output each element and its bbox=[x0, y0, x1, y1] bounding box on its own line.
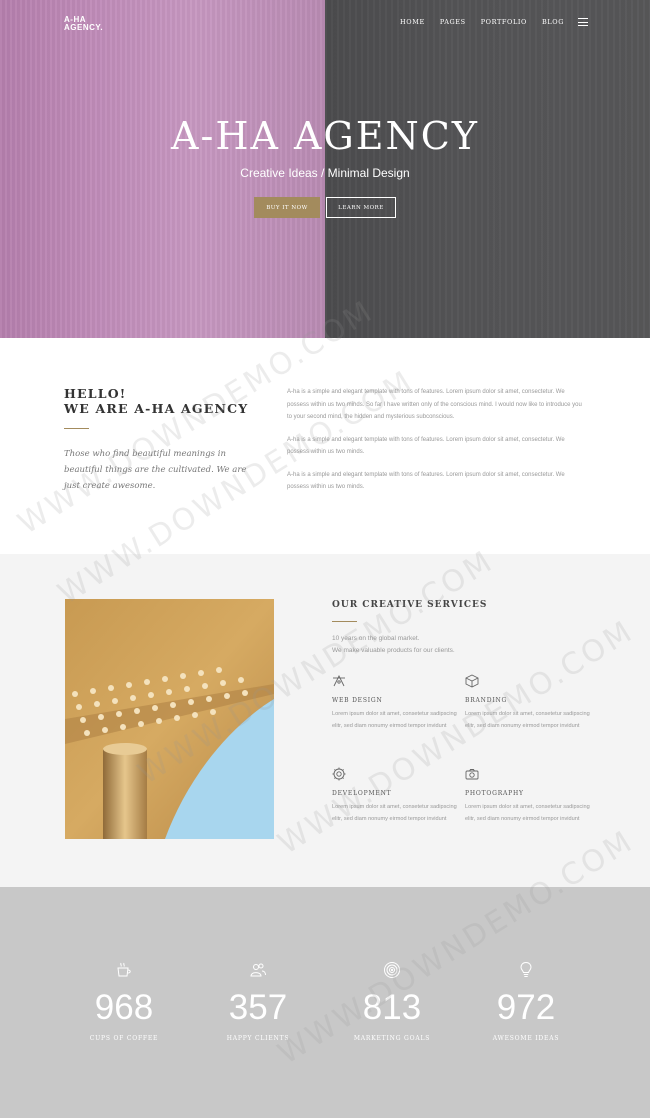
about-section: HELLO! WE ARE A-HA AGENCY Those who find… bbox=[0, 338, 650, 554]
nav-portfolio[interactable]: PORTFOLIO bbox=[481, 18, 527, 26]
about-text: A-ha is a simple and elegant template wi… bbox=[287, 386, 587, 504]
learn-more-button[interactable]: LEARN MORE bbox=[326, 197, 396, 218]
service-name: BRANDING bbox=[465, 697, 508, 704]
service-name: DEVELOPMENT bbox=[332, 790, 392, 797]
coffee-cup-icon bbox=[117, 962, 131, 977]
stat-ideas: 972 AWESOME IDEAS bbox=[466, 961, 586, 1042]
hero-subtitle: Creative Ideas / Minimal Design bbox=[240, 166, 410, 180]
service-name: WEB DESIGN bbox=[332, 697, 383, 704]
about-heading-line-2: WE ARE A-HA AGENCY bbox=[64, 401, 249, 416]
service-web-design: WEB DESIGN Lorem ipsum dolor sit amet, c… bbox=[332, 674, 462, 732]
main-nav: HOME PAGES PORTFOLIO BLOG bbox=[385, 18, 588, 26]
stats-section: 968 CUPS OF COFFEE 357 HAPPY CLIENTS 813… bbox=[0, 887, 650, 1118]
about-paragraph: A-ha is a simple and elegant template wi… bbox=[287, 436, 565, 456]
service-photography: PHOTOGRAPHY Lorem ipsum dolor sit amet, … bbox=[465, 767, 595, 825]
target-icon bbox=[384, 962, 400, 978]
services-title: OUR CREATIVE SERVICES bbox=[332, 600, 488, 610]
architecture-photo bbox=[65, 599, 274, 839]
services-intro: 10 years on the global market. We make v… bbox=[332, 633, 455, 657]
stat-number: 357 bbox=[228, 988, 288, 1027]
stat-coffee: 968 CUPS OF COFFEE bbox=[64, 961, 184, 1042]
stat-label: AWESOME IDEAS bbox=[492, 1035, 560, 1042]
lightbulb-icon bbox=[520, 961, 532, 977]
about-paragraph: A-ha is a simple and elegant template wi… bbox=[287, 471, 565, 491]
about-paragraph: A-ha is a simple and elegant template wi… bbox=[287, 389, 582, 420]
services-intro-line-1: 10 years on the global market. bbox=[332, 635, 420, 642]
stat-label: MARKETING GOALS bbox=[353, 1035, 431, 1042]
hero-title: A-HA AGENCY bbox=[171, 114, 479, 158]
cube-icon bbox=[465, 674, 479, 688]
pen-tool-icon bbox=[333, 674, 345, 687]
services-section: OUR CREATIVE SERVICES 10 years on the gl… bbox=[0, 554, 650, 887]
nav-home[interactable]: HOME bbox=[400, 18, 425, 26]
stat-label: CUPS OF COFFEE bbox=[89, 1035, 159, 1042]
hero-section: A-HA AGENCY. HOME PAGES PORTFOLIO BLOG A… bbox=[0, 0, 650, 338]
stat-goals: 813 MARKETING GOALS bbox=[332, 961, 452, 1042]
buy-now-button[interactable]: BUY IT NOW bbox=[254, 197, 320, 218]
stat-number: 972 bbox=[496, 988, 556, 1027]
service-description: Lorem ipsum dolor sit amet, consetetur s… bbox=[465, 711, 590, 729]
service-description: Lorem ipsum dolor sit amet, consetetur s… bbox=[332, 711, 457, 729]
service-description: Lorem ipsum dolor sit amet, consetetur s… bbox=[332, 804, 457, 822]
service-name: PHOTOGRAPHY bbox=[465, 790, 524, 797]
camera-icon bbox=[465, 769, 479, 780]
service-branding: BRANDING Lorem ipsum dolor sit amet, con… bbox=[465, 674, 595, 732]
service-development: DEVELOPMENT Lorem ipsum dolor sit amet, … bbox=[332, 767, 462, 825]
gear-icon bbox=[332, 767, 346, 781]
stat-number: 813 bbox=[362, 988, 422, 1027]
about-heading: HELLO! WE ARE A-HA AGENCY bbox=[64, 386, 248, 416]
nav-pages[interactable]: PAGES bbox=[440, 18, 466, 26]
stat-number: 968 bbox=[94, 988, 154, 1027]
about-heading-line-1: HELLO! bbox=[64, 386, 127, 401]
users-icon bbox=[250, 963, 266, 977]
service-description: Lorem ipsum dolor sit amet, consetetur s… bbox=[465, 804, 590, 822]
site-logo[interactable]: A-HA AGENCY. bbox=[64, 16, 114, 32]
nav-blog[interactable]: BLOG bbox=[542, 18, 564, 26]
about-divider bbox=[64, 428, 89, 429]
logo-line-2: AGENCY. bbox=[64, 23, 104, 32]
about-quote: Those who find beautiful meanings in bea… bbox=[64, 449, 247, 491]
stat-clients: 357 HAPPY CLIENTS bbox=[198, 961, 318, 1042]
hamburger-menu-icon[interactable] bbox=[578, 18, 588, 26]
services-intro-line-2: We make valuable products for our client… bbox=[332, 647, 455, 654]
services-divider bbox=[332, 621, 357, 622]
stat-label: HAPPY CLIENTS bbox=[226, 1035, 290, 1042]
